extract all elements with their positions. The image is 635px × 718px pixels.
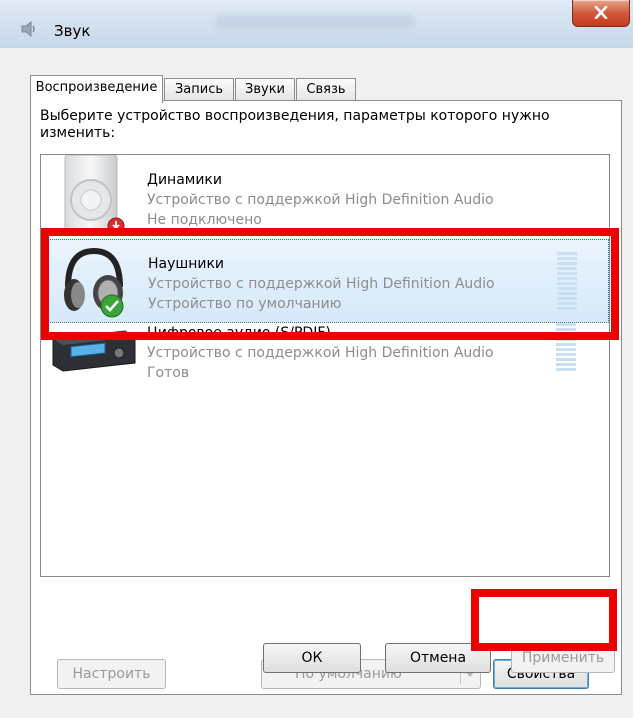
- speaker-title-icon: [21, 21, 35, 37]
- device-name: Наушники: [148, 256, 225, 272]
- window-title: Звук: [54, 22, 91, 40]
- close-button[interactable]: [572, 0, 630, 27]
- ok-button[interactable]: ОК: [263, 643, 361, 673]
- device-status: Не подключено: [147, 212, 262, 228]
- instruction-text: Выберите устройство воспроизведения, пар…: [40, 108, 550, 141]
- configure-button[interactable]: Настроить: [57, 659, 166, 689]
- device-description: Устройство с поддержкой High Definition …: [147, 192, 494, 208]
- sound-dialog: Звук Воспроизведение Запись Звуки Связь …: [0, 0, 633, 718]
- apply-button[interactable]: Применить: [511, 643, 615, 673]
- tab-recording[interactable]: Запись: [164, 78, 234, 100]
- device-name: Цифровое аудио (S/PDIF): [147, 325, 331, 341]
- device-description: Устройство с поддержкой High Definition …: [148, 276, 495, 292]
- digital-receiver-icon: [52, 330, 136, 372]
- tab-playback[interactable]: Воспроизведение: [30, 75, 163, 103]
- default-check-icon: [100, 294, 124, 318]
- volume-meter: [557, 252, 577, 312]
- dialog-body: Воспроизведение Запись Звуки Связь Выбер…: [0, 48, 633, 718]
- device-item-headphones[interactable]: Наушники Устройство с поддержкой High De…: [41, 239, 609, 323]
- blurred-title-area: [215, 14, 415, 30]
- device-status: Устройство по умолчанию: [148, 296, 342, 312]
- playback-panel: Выберите устройство воспроизведения, пар…: [30, 100, 622, 695]
- speaker-icon: [64, 155, 118, 232]
- volume-meter: [556, 323, 576, 373]
- cancel-button[interactable]: Отмена: [385, 643, 491, 673]
- device-item-speakers[interactable]: Динамики Устройство с поддержкой High De…: [41, 155, 609, 239]
- device-description: Устройство с поддержкой High Definition …: [147, 345, 494, 361]
- device-list[interactable]: Динамики Устройство с поддержкой High De…: [40, 154, 610, 577]
- device-item-digital-audio[interactable]: Цифровое аудио (S/PDIF) Устройство с под…: [41, 323, 609, 409]
- tab-sounds[interactable]: Звуки: [235, 78, 295, 100]
- title-bar: Звук: [0, 0, 633, 49]
- close-icon: [594, 6, 608, 19]
- device-name: Динамики: [147, 172, 222, 188]
- disconnected-badge-icon: [107, 217, 125, 235]
- device-status: Готов: [147, 365, 190, 381]
- tab-communications[interactable]: Связь: [296, 78, 356, 100]
